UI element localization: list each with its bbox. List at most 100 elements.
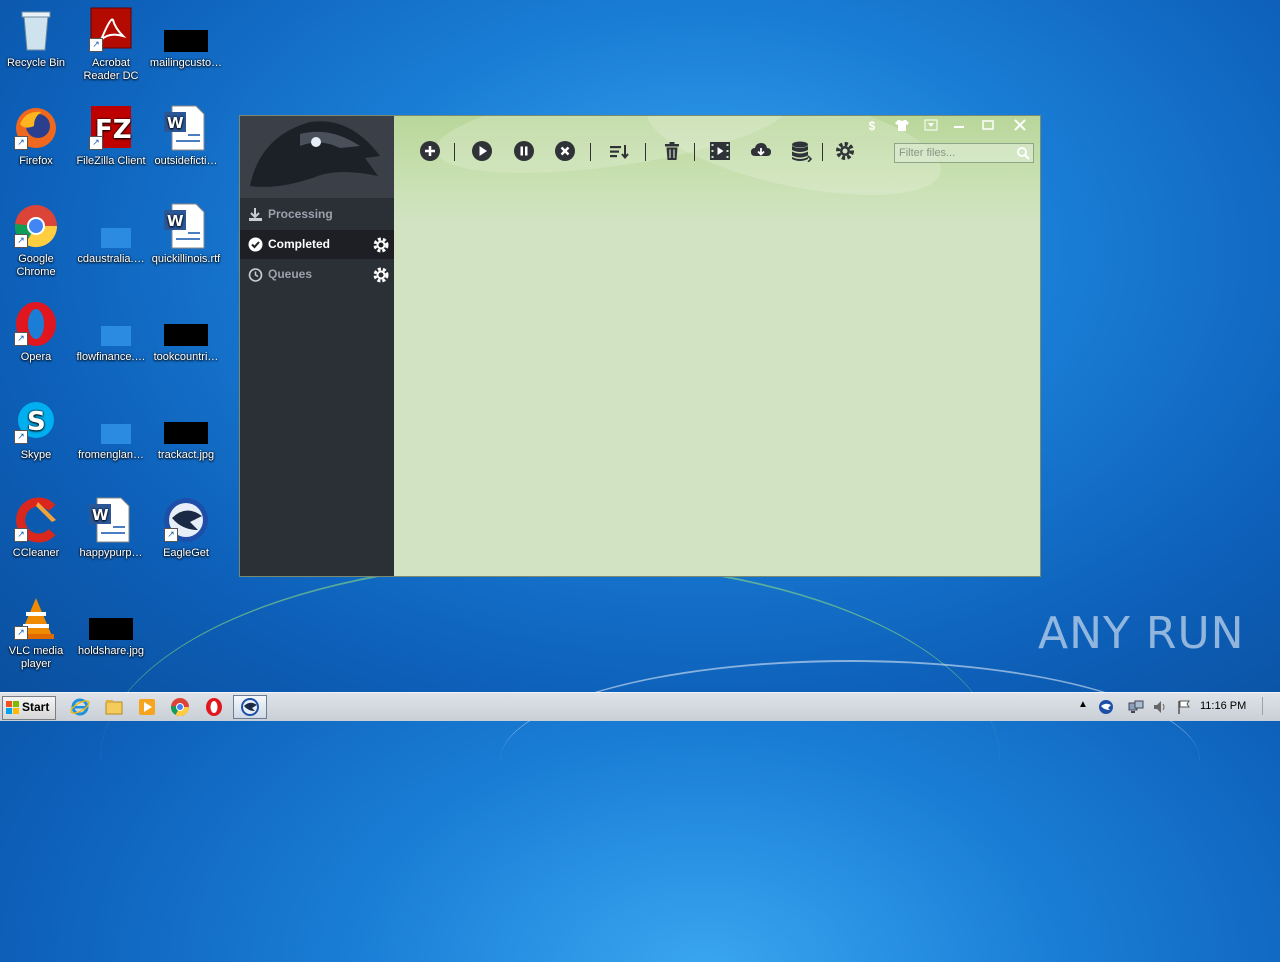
toolbar-separator [454,143,455,161]
network-icon[interactable] [1128,699,1144,715]
desktop-icon-chrome[interactable]: ↗ Google Chrome [0,202,74,279]
internet-explorer-icon[interactable] [70,697,90,717]
pause-icon[interactable] [513,140,535,162]
desktop-icon-label: Recycle Bin [6,57,66,69]
desktop-icon-holdshare[interactable]: holdshare.jpg [73,594,149,658]
system-clock[interactable]: 11:16 PM [1200,700,1246,712]
search-icon[interactable] [1016,146,1030,160]
filezilla-icon: FZ ↗ [87,104,135,152]
desktop-icon-recycle-bin[interactable]: Recycle Bin [0,6,74,70]
opera-icon: ↗ [12,300,60,348]
desktop-icon-cdaustralia[interactable]: cdaustralia.… [73,202,149,266]
desktop-icon-acrobat[interactable]: ↗ Acrobat Reader DC [73,6,149,83]
desktop-icon-label: Skype [20,449,52,461]
desktop-icon-outsidefiction[interactable]: W outsidefictі… [148,104,224,168]
maximize-icon[interactable] [980,119,996,133]
eagleget-tray-icon[interactable] [1098,699,1114,715]
word-doc-icon: W [162,202,210,250]
desktop-icon-mailingcusto[interactable]: mailingcusto… [148,6,224,70]
desktop-icon-fromenglan[interactable]: fromenglan… [73,398,149,462]
desktop-icon-label: Google Chrome [16,253,56,278]
shortcut-arrow-icon: ↗ [164,528,178,542]
eagleget-icon [241,698,259,716]
trash-icon[interactable] [661,140,683,162]
svg-text:W: W [167,212,184,230]
eagleget-logo [240,116,394,198]
blank-file-icon [87,202,135,250]
firefox-icon: ↗ [12,104,60,152]
sidebar: Processing Completed Queues [240,116,394,576]
eagleget-window[interactable]: Processing Completed Queues $ Filter fil… [240,116,1040,576]
blank-file-icon [87,398,135,446]
play-icon[interactable] [471,140,493,162]
desktop-icon-tookcountri[interactable]: tookcountri… [148,300,224,364]
checkmark-icon [248,237,263,252]
minimize-icon[interactable] [951,119,967,133]
watermark-text: ANY RUN [1038,608,1245,659]
desktop-icon-label: Firefox [19,155,53,167]
shortcut-arrow-icon: ↗ [14,234,28,248]
desktop-icon-label: tookcountri… [153,351,219,363]
desktop-icon-filezilla[interactable]: FZ ↗ FileZilla Client [73,104,149,168]
taskbar-eagleget-button[interactable] [233,695,267,719]
toolbar-separator [590,143,591,161]
gear-icon[interactable] [372,266,390,284]
desktop-icon-label: VLC media player [8,645,64,670]
skin-icon[interactable] [894,119,910,133]
chrome-icon[interactable] [170,697,190,717]
dropdown-icon[interactable] [923,119,939,133]
desktop-icon-skype[interactable]: S ↗ Skype [0,398,74,462]
cloud-download-icon[interactable] [750,140,772,162]
acrobat-icon: ↗ [87,6,135,54]
image-file-icon [162,6,210,54]
filter-files-input[interactable]: Filter files... [894,143,1034,163]
blank-file-icon [87,300,135,348]
close-icon[interactable] [1012,119,1028,133]
file-explorer-icon[interactable] [104,697,124,717]
start-button[interactable]: Start [2,696,56,720]
desktop-icon-trackact[interactable]: trackact.jpg [148,398,224,462]
content-area [394,116,1040,576]
media-player-icon[interactable] [137,697,157,717]
desktop-icon-vlc[interactable]: ↗ VLC media player [0,594,74,671]
desktop-icon-flowfinance[interactable]: flowfinance.… [73,300,149,364]
action-center-flag-icon[interactable] [1176,699,1192,715]
database-icon[interactable] [790,140,812,162]
sidebar-item-label: Completed [268,237,331,251]
eagleget-icon: ↗ [162,496,210,544]
volume-icon[interactable] [1152,699,1168,715]
taskbar: Start ▲ 11:16 PM [0,692,1280,721]
desktop-icon-label: holdshare.jpg [77,645,145,657]
show-hidden-icons[interactable]: ▲ [1078,699,1094,715]
svg-text:S: S [27,407,46,437]
opera-icon[interactable] [204,697,224,717]
wallpaper-swoosh [500,660,1200,862]
desktop-icon-opera[interactable]: ↗ Opera [0,300,74,364]
desktop-icon-label: trackact.jpg [157,449,215,461]
desktop-icon-ccleaner[interactable]: ↗ CCleaner [0,496,74,560]
video-icon[interactable] [709,140,731,162]
desktop-icon-label: happypurp… [79,547,143,559]
add-icon[interactable] [419,140,441,162]
image-file-icon [162,300,210,348]
word-doc-icon: W [87,496,135,544]
desktop-icon-label: Acrobat Reader DC [83,57,139,82]
gear-icon[interactable] [372,236,390,254]
desktop-icon-label: flowfinance.… [76,351,146,363]
shortcut-arrow-icon: ↗ [14,332,28,346]
sidebar-item-processing[interactable]: Processing [240,200,394,229]
desktop-icon-eagleget[interactable]: ↗ EagleGet [148,496,224,560]
dollar-icon[interactable]: $ [864,119,880,133]
show-desktop-button[interactable] [1262,697,1277,715]
sidebar-item-completed[interactable]: Completed [240,230,394,259]
filter-placeholder: Filter files... [899,147,956,159]
stop-icon[interactable] [554,140,576,162]
settings-icon[interactable] [834,140,856,162]
desktop-icon-firefox[interactable]: ↗ Firefox [0,104,74,168]
shortcut-arrow-icon: ↗ [14,136,28,150]
sort-icon[interactable] [608,140,630,162]
desktop-icon-quickillinois[interactable]: W quickillinois.rtf [148,202,224,266]
desktop-icon-happypurp[interactable]: W happypurp… [73,496,149,560]
image-file-icon [87,594,135,642]
sidebar-item-queues[interactable]: Queues [240,260,394,289]
